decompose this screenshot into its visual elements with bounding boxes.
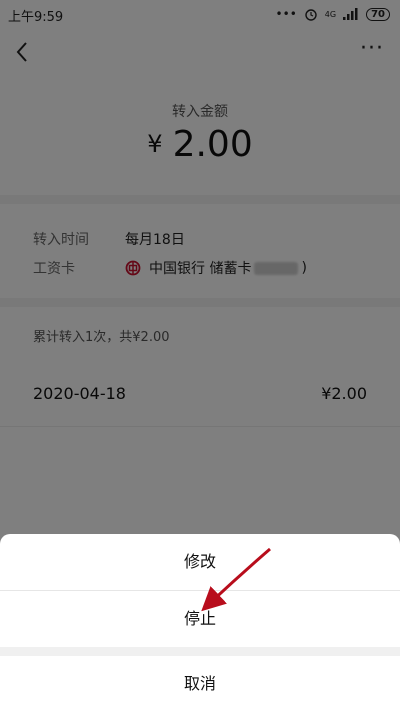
cancel-button[interactable]: 取消 — [0, 656, 400, 711]
edit-button[interactable]: 修改 — [0, 534, 400, 590]
stop-button[interactable]: 停止 — [0, 591, 400, 647]
sheet-gap — [0, 647, 400, 656]
action-sheet: 修改 停止 取消 — [0, 534, 400, 711]
